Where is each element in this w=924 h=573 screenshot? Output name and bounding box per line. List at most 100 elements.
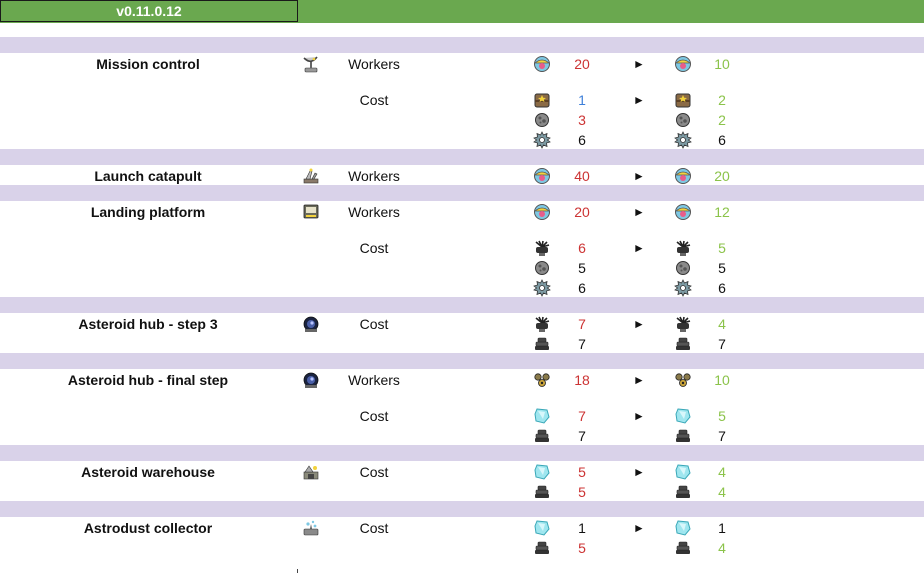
separator-band xyxy=(0,185,924,201)
old-value: 5 xyxy=(578,484,586,500)
new-value: 12 xyxy=(714,204,730,220)
change-type-label: Cost xyxy=(359,464,389,480)
plate-stack-icon xyxy=(674,427,692,445)
new-value: 7 xyxy=(718,428,726,444)
cable-icon xyxy=(674,315,692,333)
new-value: 4 xyxy=(718,484,726,500)
old-value: 40 xyxy=(574,168,590,184)
old-value: 5 xyxy=(578,260,586,276)
change-type-label: Workers xyxy=(348,204,400,220)
old-value: 6 xyxy=(578,280,586,296)
separator-band xyxy=(0,37,924,53)
astrodust-collector-icon xyxy=(302,519,320,537)
change-type-label: Cost xyxy=(359,520,389,536)
gear-icon xyxy=(533,131,551,149)
new-value: 6 xyxy=(718,132,726,148)
worker-icon xyxy=(674,203,692,221)
old-value: 7 xyxy=(578,316,586,332)
building-name: Asteroid hub - step 3 xyxy=(78,316,218,332)
old-value: 1 xyxy=(578,92,586,108)
asteroid-hub-icon xyxy=(302,315,320,333)
plate-stack-icon xyxy=(533,335,551,353)
change-type-label: Workers xyxy=(348,56,400,72)
crystal-icon xyxy=(674,519,692,537)
new-value: 6 xyxy=(718,280,726,296)
change-type-label: Cost xyxy=(359,408,389,424)
old-value: 3 xyxy=(578,112,586,128)
change-arrow: ► xyxy=(633,57,645,71)
new-value: 5 xyxy=(718,408,726,424)
old-value: 1 xyxy=(578,520,586,536)
old-value: 7 xyxy=(578,428,586,444)
asteroid-hub-icon xyxy=(302,371,320,389)
version-label: v0.11.0.12 xyxy=(0,0,298,22)
new-value: 10 xyxy=(714,372,730,388)
plate-stack-icon xyxy=(674,483,692,501)
change-arrow: ► xyxy=(633,373,645,387)
new-value: 1 xyxy=(718,520,726,536)
worker-icon xyxy=(533,167,551,185)
crate-icon xyxy=(674,91,692,109)
building-name: Asteroid hub - final step xyxy=(67,372,229,388)
crystal-icon xyxy=(674,407,692,425)
cable-icon xyxy=(533,315,551,333)
change-arrow: ► xyxy=(633,465,645,479)
change-arrow: ► xyxy=(633,317,645,331)
crystal-icon xyxy=(533,463,551,481)
worker-icon xyxy=(533,55,551,73)
crystal-icon xyxy=(533,407,551,425)
new-value: 10 xyxy=(714,56,730,72)
crate-icon xyxy=(533,91,551,109)
plate-stack-icon xyxy=(674,539,692,557)
new-value: 5 xyxy=(718,240,726,256)
worker-icon xyxy=(533,203,551,221)
old-value: 20 xyxy=(574,204,590,220)
building-name: Landing platform xyxy=(90,204,206,220)
old-value: 7 xyxy=(578,408,586,424)
crystal-icon xyxy=(533,519,551,537)
plate-stack-icon xyxy=(533,427,551,445)
separator-band xyxy=(0,501,924,517)
change-arrow: ► xyxy=(633,241,645,255)
plate-stack-icon xyxy=(533,539,551,557)
warehouse-icon xyxy=(302,463,320,481)
crystal-icon xyxy=(674,463,692,481)
building-name: Mission control xyxy=(96,56,200,72)
new-value: 20 xyxy=(714,168,730,184)
cable-icon xyxy=(674,239,692,257)
gear-icon xyxy=(533,279,551,297)
column-divider-mark xyxy=(297,569,298,573)
robot-workers-icon xyxy=(674,371,692,389)
mission-control-icon xyxy=(302,55,320,73)
separator-band xyxy=(0,149,924,165)
catapult-icon xyxy=(302,167,320,185)
change-type-label: Cost xyxy=(359,316,389,332)
change-arrow: ► xyxy=(633,169,645,183)
change-arrow: ► xyxy=(633,521,645,535)
worker-icon xyxy=(674,55,692,73)
old-value: 18 xyxy=(574,372,590,388)
building-name: Launch catapult xyxy=(94,168,202,184)
ore-icon xyxy=(533,259,551,277)
old-value: 6 xyxy=(578,132,586,148)
change-type-label: Cost xyxy=(359,240,389,256)
change-arrow: ► xyxy=(633,409,645,423)
separator-band xyxy=(0,297,924,313)
change-type-label: Workers xyxy=(348,372,400,388)
new-value: 4 xyxy=(718,316,726,332)
worker-icon xyxy=(674,167,692,185)
change-arrow: ► xyxy=(633,93,645,107)
change-type-label: Workers xyxy=(348,168,400,184)
gear-icon xyxy=(674,131,692,149)
new-value: 5 xyxy=(718,260,726,276)
landing-platform-icon xyxy=(302,203,320,221)
new-value: 4 xyxy=(718,540,726,556)
old-value: 5 xyxy=(578,464,586,480)
plate-stack-icon xyxy=(533,483,551,501)
cable-icon xyxy=(533,239,551,257)
building-name: Asteroid warehouse xyxy=(81,464,215,480)
change-type-label: Cost xyxy=(359,92,389,108)
old-value: 5 xyxy=(578,540,586,556)
old-value: 20 xyxy=(574,56,590,72)
change-arrow: ► xyxy=(633,205,645,219)
